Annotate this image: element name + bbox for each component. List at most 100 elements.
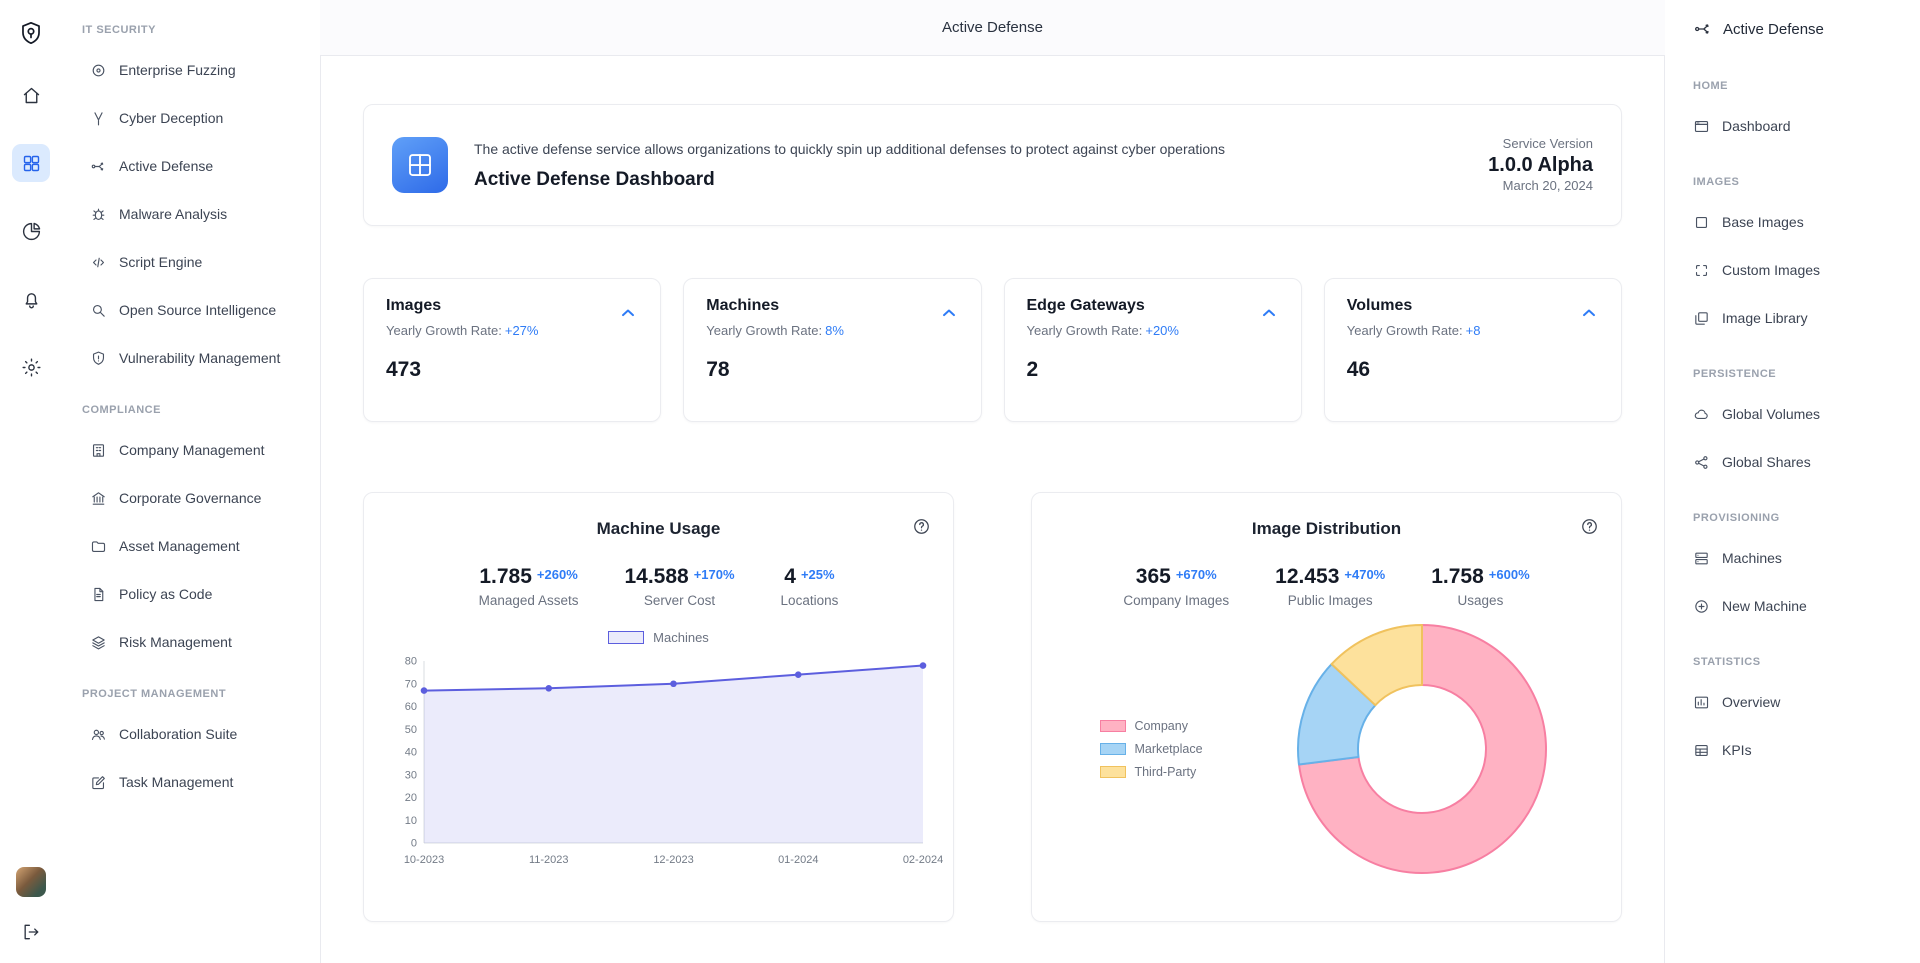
- legend-swatch: [1100, 720, 1126, 732]
- asset-folder-icon: [90, 538, 107, 555]
- stat-label: Locations: [781, 593, 839, 608]
- stat-value: 78: [706, 358, 958, 382]
- rb-item-custom-images[interactable]: Custom Images: [1693, 246, 1910, 294]
- sidebar-item-company-management[interactable]: Company Management: [82, 426, 312, 474]
- rb-item-image-library[interactable]: Image Library: [1693, 294, 1910, 342]
- dashboard-title: Active Defense Dashboard: [474, 169, 1462, 191]
- stat-card-title: Images: [386, 297, 638, 315]
- malware-bug-icon: [90, 206, 107, 223]
- rail-home-button[interactable]: [12, 76, 50, 114]
- chart-title: Machine Usage: [388, 519, 929, 539]
- left-sidebar: IT SECURITY Enterprise Fuzzing Cyber Dec…: [62, 0, 320, 963]
- sidebar-item-asset-management[interactable]: Asset Management: [82, 522, 312, 570]
- governance-bank-icon: [90, 490, 107, 507]
- new-machine-plus-icon: [1693, 598, 1710, 615]
- collaboration-people-icon: [90, 726, 107, 743]
- sidebar-item-risk-management[interactable]: Risk Management: [82, 618, 312, 666]
- stat-growth-value: +20%: [1145, 323, 1179, 338]
- svg-text:80: 80: [405, 656, 417, 668]
- sidebar-item-active-defense[interactable]: Active Defense: [82, 142, 312, 190]
- sidebar-item-malware-analysis[interactable]: Malware Analysis: [82, 190, 312, 238]
- stat-card-title: Edge Gateways: [1027, 297, 1279, 315]
- section-title: PERSISTENCE: [1693, 358, 1910, 390]
- main-header: Active Defense: [320, 0, 1665, 55]
- rb-item-label: Base Images: [1722, 214, 1804, 230]
- stat-collapse-button[interactable]: [937, 303, 961, 323]
- rb-item-label: Image Library: [1722, 310, 1808, 326]
- rb-item-label: Machines: [1722, 550, 1782, 566]
- legend-item-marketplace[interactable]: Marketplace: [1100, 742, 1202, 756]
- stat-value: 12.453: [1275, 565, 1339, 589]
- service-version-block: Service Version 1.0.0 Alpha March 20, 20…: [1488, 135, 1593, 195]
- task-edit-icon: [90, 774, 107, 791]
- logout-icon: [21, 922, 41, 942]
- svg-text:12-2023: 12-2023: [653, 854, 693, 866]
- service-version-value: 1.0.0 Alpha: [1488, 156, 1593, 174]
- rb-section-persistence: PERSISTENCE Global Volumes Global Shares: [1693, 358, 1910, 486]
- help-button[interactable]: [912, 517, 931, 536]
- service-description: The active defense service allows organi…: [474, 139, 1462, 159]
- content-panel: The active defense service allows organi…: [320, 55, 1665, 963]
- sidebar-item-collaboration-suite[interactable]: Collaboration Suite: [82, 710, 312, 758]
- settings-gear-icon: [21, 357, 42, 378]
- sidebar-item-open-source-intelligence[interactable]: Open Source Intelligence: [82, 286, 312, 334]
- sidebar-item-label: Task Management: [119, 774, 233, 790]
- service-banner-text: The active defense service allows organi…: [474, 139, 1462, 191]
- stat-growth: Yearly Growth Rate:+20%: [1027, 323, 1279, 338]
- sidebar-item-script-engine[interactable]: Script Engine: [82, 238, 312, 286]
- stat-collapse-button[interactable]: [616, 303, 640, 323]
- stat-card-edge-gateways: Edge Gateways Yearly Growth Rate:+20% 2: [1004, 278, 1302, 422]
- svg-text:0: 0: [411, 838, 417, 850]
- stat-label: Managed Assets: [479, 593, 579, 608]
- legend-item-third-party[interactable]: Third-Party: [1100, 765, 1202, 779]
- script-code-icon: [90, 254, 107, 271]
- sidebar-item-label: Active Defense: [119, 158, 213, 174]
- sidebar-item-task-management[interactable]: Task Management: [82, 758, 312, 806]
- policy-document-icon: [90, 586, 107, 603]
- stat-collapse-button[interactable]: [1257, 303, 1281, 323]
- svg-text:30: 30: [405, 769, 417, 781]
- sidebar-item-label: Script Engine: [119, 254, 202, 270]
- rb-section-statistics: STATISTICS Overview KPIs: [1693, 646, 1910, 774]
- rb-item-overview[interactable]: Overview: [1693, 678, 1910, 726]
- sidebar-item-corporate-governance[interactable]: Corporate Governance: [82, 474, 312, 522]
- sidebar-item-policy-as-code[interactable]: Policy as Code: [82, 570, 312, 618]
- stat-growth-value: +8: [1466, 323, 1481, 338]
- sidebar-item-enterprise-fuzzing[interactable]: Enterprise Fuzzing: [82, 46, 312, 94]
- active-defense-icon: [90, 158, 107, 175]
- rb-item-new-machine[interactable]: New Machine: [1693, 582, 1910, 630]
- sidebar-item-label: Risk Management: [119, 634, 232, 650]
- machine-usage-line-chart: 0102030405060708010-202311-202312-202301…: [388, 655, 929, 869]
- rb-item-global-shares[interactable]: Global Shares: [1693, 438, 1910, 486]
- help-button[interactable]: [1580, 517, 1599, 536]
- rb-item-machines[interactable]: Machines: [1693, 534, 1910, 582]
- rail-settings-button[interactable]: [12, 348, 50, 386]
- rb-item-global-volumes[interactable]: Global Volumes: [1693, 390, 1910, 438]
- stat-value: 365: [1136, 565, 1171, 589]
- stat-value: 14.588: [624, 565, 688, 589]
- notifications-bell-icon: [21, 289, 42, 310]
- stat-delta: +470%: [1344, 567, 1385, 582]
- legend-label: Third-Party: [1134, 765, 1196, 779]
- stat-card-volumes: Volumes Yearly Growth Rate:+8 46: [1324, 278, 1622, 422]
- rail-notifications-button[interactable]: [12, 280, 50, 318]
- sidebar-item-cyber-deception[interactable]: Cyber Deception: [82, 94, 312, 142]
- stats-row: Images Yearly Growth Rate:+27% 473 Machi…: [363, 278, 1622, 422]
- rb-item-base-images[interactable]: Base Images: [1693, 198, 1910, 246]
- service-banner-badge: [392, 137, 448, 193]
- rb-item-kpis[interactable]: KPIs: [1693, 726, 1910, 774]
- logout-button[interactable]: [12, 913, 50, 951]
- legend-item-company[interactable]: Company: [1100, 719, 1202, 733]
- rb-item-dashboard[interactable]: Dashboard: [1693, 102, 1910, 150]
- app-logo[interactable]: [12, 14, 50, 52]
- sidebar-item-vulnerability-management[interactable]: Vulnerability Management: [82, 334, 312, 382]
- stat-collapse-button[interactable]: [1577, 303, 1601, 323]
- user-avatar[interactable]: [16, 867, 46, 897]
- right-sidebar: Active Defense HOME Dashboard IMAGES Bas…: [1665, 0, 1920, 963]
- line-legend-machines[interactable]: Machines: [388, 630, 929, 645]
- rb-item-label: Overview: [1722, 694, 1780, 710]
- help-icon: [1580, 517, 1599, 536]
- chevron-up-icon: [1257, 303, 1281, 323]
- rail-analytics-button[interactable]: [12, 212, 50, 250]
- rail-apps-button[interactable]: [12, 144, 50, 182]
